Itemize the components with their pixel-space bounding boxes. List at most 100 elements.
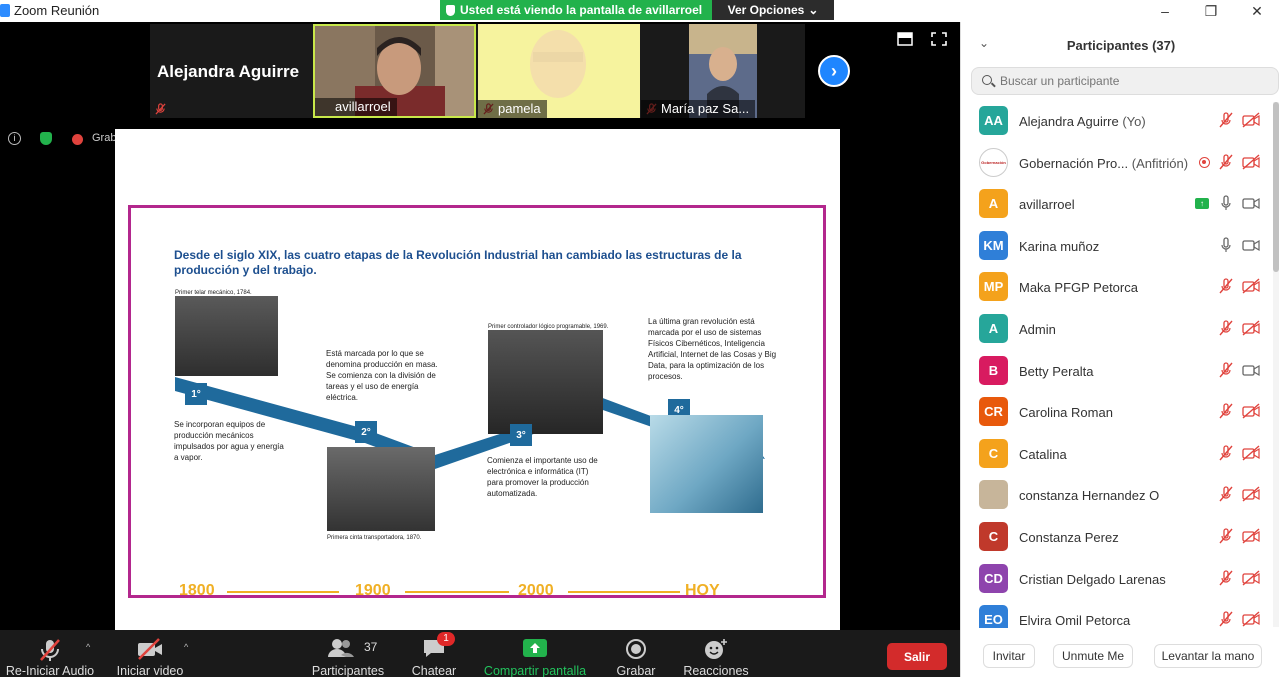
video-off-icon bbox=[1242, 403, 1260, 419]
video-off-icon bbox=[1242, 611, 1260, 627]
start-video-button[interactable]: Iniciar video bbox=[110, 630, 190, 677]
video-tile-pamela[interactable]: pamela bbox=[478, 24, 640, 118]
chevron-down-icon: ⌄ bbox=[808, 3, 819, 17]
avatar: KM bbox=[979, 230, 1008, 260]
participant-row[interactable]: B Betty Peralta bbox=[961, 350, 1273, 392]
video-tile-maria-paz[interactable]: María paz Sa... bbox=[641, 24, 804, 118]
invite-button[interactable]: Invitar bbox=[983, 644, 1035, 668]
mic-muted-icon bbox=[1217, 486, 1235, 502]
avatar: Gobernación bbox=[979, 147, 1008, 177]
stage-3-badge: 3° bbox=[510, 424, 532, 446]
mic-muted-icon bbox=[1217, 320, 1235, 336]
zoom-window: Zoom Reunión Usted está viendo la pantal… bbox=[0, 0, 1280, 677]
video-tile-avillarroel[interactable]: avillarroel bbox=[313, 24, 476, 118]
participant-row[interactable]: Aavillarroel ↑ bbox=[961, 183, 1273, 225]
mic-muted-icon bbox=[1217, 528, 1235, 544]
participant-name-text: constanza Hernandez O bbox=[1019, 488, 1160, 504]
mic-muted-icon bbox=[40, 639, 60, 661]
mic-muted-icon bbox=[1217, 153, 1235, 170]
participant-search-input[interactable] bbox=[1000, 72, 1260, 90]
participant-list: AA Alejandra Aguirre (Yo) Gobernación Gober… bbox=[961, 100, 1273, 628]
participant-search[interactable] bbox=[971, 67, 1279, 95]
video-icon bbox=[1242, 195, 1260, 211]
avatar: EO bbox=[979, 605, 1008, 628]
mic-muted-icon bbox=[1217, 361, 1235, 378]
chat-unread-badge: 1 bbox=[437, 632, 455, 646]
participant-name: Alejandra Aguirre (Yo) bbox=[1019, 114, 1146, 129]
fullscreen-icon[interactable] bbox=[931, 32, 947, 50]
layout-toggle-icon[interactable] bbox=[897, 32, 913, 50]
participant-role: (Anfitrión) bbox=[1128, 155, 1189, 171]
participant-row[interactable]: EO Elvira Omil Petorca bbox=[961, 599, 1273, 628]
participant-name: Carolina Roman bbox=[1019, 405, 1113, 420]
participant-row[interactable]: A Admin bbox=[961, 308, 1273, 350]
participants-label: Participantes bbox=[311, 664, 385, 677]
stage-2-photo-caption: Primera cinta transportadora, 1870. bbox=[327, 535, 422, 541]
year-1800: 1800 bbox=[179, 582, 215, 599]
reactions-label: Reacciones bbox=[683, 664, 749, 677]
title-bar: Zoom Reunión Usted está viendo la pantal… bbox=[0, 0, 1280, 22]
shield-icon bbox=[446, 4, 455, 16]
avatar: MP bbox=[979, 272, 1008, 302]
scrollbar-thumb[interactable] bbox=[1273, 102, 1279, 272]
participant-row[interactable]: CR Carolina Roman bbox=[961, 391, 1273, 433]
active-speaker-tile[interactable]: Alejandra Aguirre bbox=[150, 24, 312, 118]
mic-muted-icon bbox=[1217, 569, 1235, 586]
shared-screen: Desde el siglo XIX, las cuatro etapas de… bbox=[115, 129, 840, 630]
close-button[interactable]: ✕ bbox=[1234, 0, 1280, 22]
participant-row[interactable]: MP Maka PFGP Petorca bbox=[961, 266, 1273, 308]
unmute-me-button[interactable]: Unmute Me bbox=[1053, 644, 1133, 668]
participant-name: Constanza Perez bbox=[1019, 530, 1119, 545]
encryption-shield-icon[interactable] bbox=[40, 132, 52, 145]
maximize-button[interactable]: ❐ bbox=[1188, 0, 1234, 22]
participant-row[interactable]: constanza Hernandez O bbox=[961, 474, 1273, 516]
participant-name-text: Catalina bbox=[1019, 446, 1067, 462]
avatar bbox=[979, 480, 1008, 510]
info-icon[interactable]: i bbox=[8, 132, 21, 145]
avatar: B bbox=[979, 355, 1008, 385]
chevron-right-icon: › bbox=[831, 60, 837, 81]
next-page-button[interactable]: › bbox=[818, 55, 850, 87]
participant-row[interactable]: AA Alejandra Aguirre (Yo) bbox=[961, 100, 1273, 142]
leave-button[interactable]: Salir bbox=[887, 643, 947, 670]
share-screen-button[interactable]: Compartir pantalla bbox=[478, 630, 592, 677]
avatar: A bbox=[979, 313, 1008, 343]
recording-icon bbox=[1199, 156, 1210, 168]
video-off-icon bbox=[138, 638, 162, 660]
participant-name: Karina muñoz bbox=[1019, 239, 1099, 254]
participant-name-text: Elvira Omil Petorca bbox=[1019, 613, 1131, 628]
participant-row[interactable]: KM Karina muñoz bbox=[961, 225, 1273, 267]
participant-name-text: Alejandra Aguirre bbox=[1019, 114, 1119, 129]
participant-row[interactable]: CD Cristian Delgado Larenas bbox=[961, 558, 1273, 600]
stage-3-text: Comienza el importante uso de electrónic… bbox=[487, 456, 598, 498]
minimize-button[interactable]: – bbox=[1142, 0, 1188, 22]
timeline-arrow bbox=[568, 591, 680, 593]
participant-name: constanza Hernandez O bbox=[1019, 488, 1159, 503]
participants-icon bbox=[328, 639, 355, 657]
year-hoy: HOY bbox=[685, 582, 720, 599]
avatar: CD bbox=[979, 563, 1008, 593]
participant-name-text: Admin bbox=[1019, 321, 1056, 337]
participant-row[interactable]: C Catalina bbox=[961, 433, 1273, 475]
reactions-icon bbox=[705, 639, 727, 659]
audio-options-caret-icon[interactable]: ^ bbox=[86, 642, 90, 652]
search-icon bbox=[982, 75, 992, 85]
participant-row[interactable]: C Constanza Perez bbox=[961, 516, 1273, 558]
record-button[interactable]: Grabar bbox=[606, 630, 666, 677]
reinitiate-audio-button[interactable]: Re-Iniciar Audio bbox=[0, 630, 100, 677]
avatar: AA bbox=[979, 106, 1008, 135]
chat-button[interactable]: 1 Chatear bbox=[404, 630, 464, 677]
view-options-button[interactable]: Ver Opciones ⌄ bbox=[712, 0, 834, 20]
stage-1-badge: 1° bbox=[185, 383, 207, 405]
participant-list-scrollbar[interactable] bbox=[1273, 102, 1279, 627]
meeting-toolbar: Re-Iniciar Audio ^ Iniciar video ^ 37 Pa… bbox=[0, 630, 960, 677]
reactions-button[interactable]: Reacciones bbox=[680, 630, 752, 677]
mic-icon bbox=[1217, 195, 1235, 211]
video-icon bbox=[1242, 237, 1260, 253]
video-options-caret-icon[interactable]: ^ bbox=[184, 642, 188, 652]
participants-button[interactable]: 37 Participantes bbox=[306, 630, 390, 677]
participant-row[interactable]: Gobernación Gobernación Pro... (Anfitrión… bbox=[961, 142, 1273, 184]
raise-hand-button[interactable]: Levantar la mano bbox=[1154, 644, 1262, 668]
timeline-arrow bbox=[405, 591, 509, 593]
avatar: C bbox=[979, 438, 1008, 468]
